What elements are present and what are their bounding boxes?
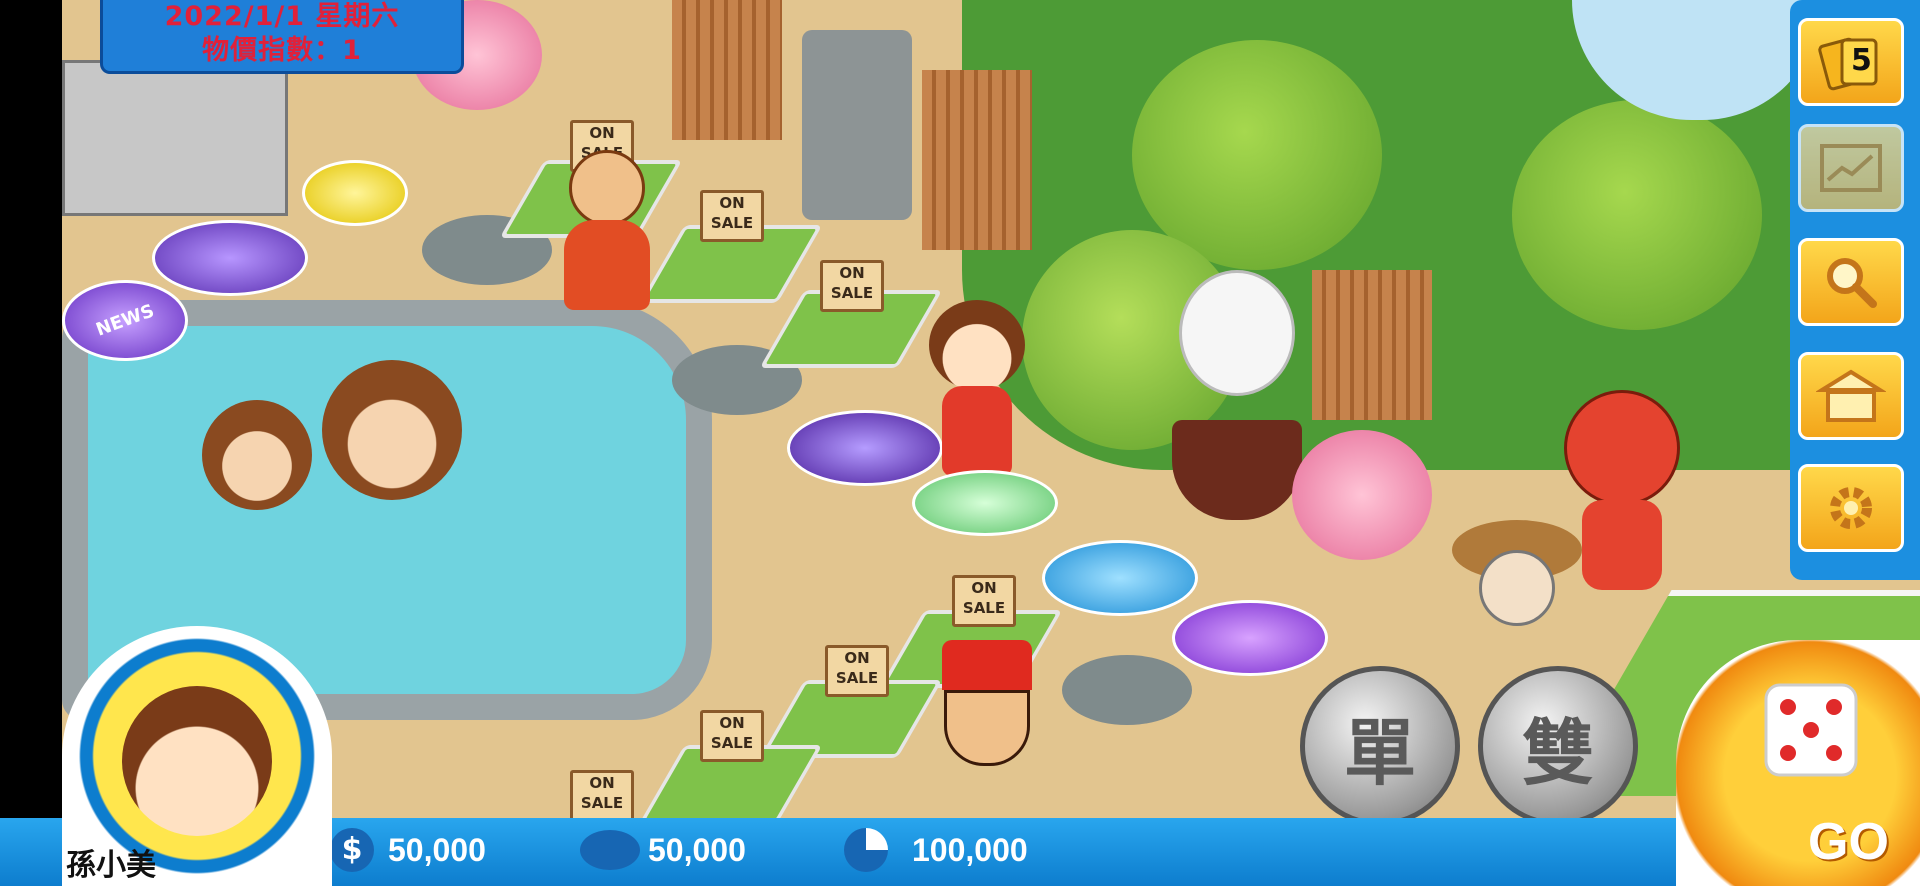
god-of-wealth-character (932, 640, 1042, 790)
magic-star-tile (787, 410, 943, 486)
news-label: NEWS (93, 300, 157, 341)
bonus-coin-tile (302, 160, 408, 226)
total-assets-value: 100,000 (912, 832, 1028, 868)
single-roll-button[interactable]: 單 (1300, 666, 1460, 826)
card-count-badge: 5 (1851, 43, 1872, 78)
on-sale-sign: ON SALE (570, 770, 634, 822)
game-board: NEWS ON SALE ON SALE ON SALE ON SALE ON … (62, 0, 1920, 886)
shop-button[interactable] (1798, 352, 1904, 440)
card-shop-tile (1042, 540, 1198, 616)
avatar-face (122, 686, 272, 836)
wooden-fence (922, 70, 1032, 250)
savings-piggy-icon (580, 830, 640, 870)
shop-icon (1816, 369, 1886, 422)
player-token-base (912, 470, 1058, 536)
mochi-bowl (1172, 420, 1302, 520)
wooden-fence (1312, 270, 1432, 420)
dice-icon (1764, 683, 1858, 777)
price-index-text: 物價指數：1 (202, 35, 362, 66)
go-dice-button[interactable]: GO (1676, 640, 1920, 886)
on-sale-sign: ON SALE (825, 645, 889, 697)
wooden-fence (672, 0, 782, 140)
tree (1512, 100, 1762, 330)
monkey-character (322, 360, 462, 500)
savings-value: 50,000 (648, 832, 746, 868)
chance-tile (1172, 600, 1328, 676)
double-roll-button[interactable]: 雙 (1478, 666, 1638, 826)
search-button[interactable] (1798, 238, 1904, 326)
player-name: 孫小美 (66, 848, 156, 883)
pink-blossom-bush (1292, 430, 1432, 560)
cash-value: 50,000 (388, 832, 486, 868)
on-sale-sign: ON SALE (820, 260, 884, 312)
total-assets-pie-icon (844, 828, 888, 872)
on-sale-sign: ON SALE (700, 190, 764, 242)
on-sale-sign: ON SALE (952, 575, 1016, 627)
cards-button[interactable]: 5 (1798, 18, 1904, 106)
castle-building (62, 60, 288, 216)
date-price-index-panel: 2022/1/1 星期六 物價指數：1 (100, 0, 464, 74)
stone-lantern (802, 30, 912, 220)
god-of-wealth-character (562, 150, 652, 320)
date-text: 2022/1/1 星期六 (164, 1, 400, 32)
go-label: GO (1808, 813, 1889, 871)
stepping-stone (1062, 655, 1192, 725)
jail-handcuff-tile (152, 220, 308, 296)
settings-gear-icon (1830, 487, 1872, 529)
news-tile: NEWS (62, 280, 188, 361)
tree (1132, 40, 1382, 270)
stock-chart-icon (1820, 144, 1882, 192)
monkey-character (202, 400, 312, 510)
stock-market-button[interactable] (1798, 124, 1904, 212)
on-sale-sign: ON SALE (700, 710, 764, 762)
settings-button[interactable] (1798, 464, 1904, 552)
cash-icon: $ (330, 828, 374, 872)
old-man-character (1452, 520, 1582, 670)
magnifier-icon (1827, 258, 1877, 308)
